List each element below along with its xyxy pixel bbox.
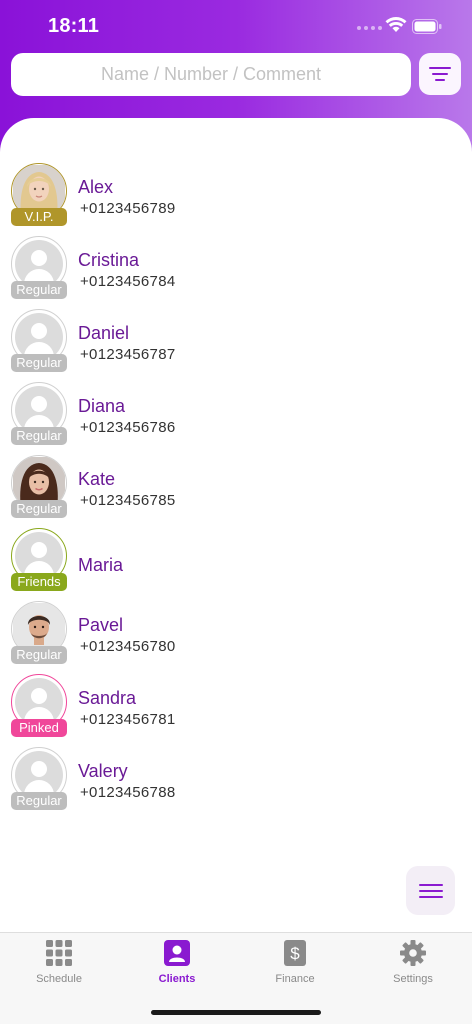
client-phone: +0123456788 (80, 784, 176, 801)
client-row[interactable]: Regular Pavel +0123456780 (0, 601, 472, 674)
client-badge: Regular (11, 500, 67, 518)
client-phone: +0123456781 (80, 711, 176, 728)
client-badge: Regular (11, 792, 67, 810)
client-phone: +0123456785 (80, 492, 176, 509)
client-name: Cristina (78, 250, 140, 270)
tab-settings[interactable]: Settings (354, 940, 472, 990)
client-phone: +0123456789 (80, 200, 176, 217)
gear-icon (400, 940, 426, 966)
client-name: Diana (78, 396, 126, 416)
client-name: Valery (78, 761, 128, 781)
client-badge: Regular (11, 646, 67, 664)
dollar-icon: $ (284, 940, 306, 966)
tab-schedule[interactable]: Schedule (0, 940, 118, 990)
client-phone: +0123456787 (80, 346, 176, 363)
client-badge: Regular (11, 427, 67, 445)
tab-label: Schedule (36, 973, 82, 985)
client-row[interactable]: Regular Kate +0123456785 (0, 455, 472, 528)
client-row[interactable]: Regular Daniel +0123456787 (0, 309, 472, 382)
client-badge: V.I.P. (11, 208, 67, 226)
client-phone: +0123456780 (80, 638, 176, 655)
tab-label: Finance (275, 973, 315, 985)
client-row[interactable]: Friends Maria (0, 528, 472, 601)
battery-icon (412, 19, 442, 34)
client-row[interactable]: Pinked Sandra +0123456781 (0, 674, 472, 747)
client-name: Maria (78, 555, 124, 575)
svg-text:$: $ (290, 944, 300, 963)
status-time: 18:11 (48, 15, 100, 37)
client-name: Pavel (78, 615, 124, 635)
client-name: Alex (78, 177, 114, 197)
client-badge: Regular (11, 354, 67, 372)
tab-finance[interactable]: $ Finance (236, 940, 354, 990)
filter-button[interactable] (419, 53, 461, 95)
tab-label: Settings (393, 973, 433, 985)
status-bar: 18:11 (0, 0, 472, 54)
person-icon (164, 940, 190, 966)
client-name: Kate (78, 469, 116, 489)
grid-icon (46, 940, 72, 966)
client-row[interactable]: V.I.P. Alex +0123456789 (0, 163, 472, 236)
wifi-icon (385, 17, 407, 32)
client-name: Daniel (78, 323, 130, 343)
client-phone: +0123456786 (80, 419, 176, 436)
client-row[interactable]: Regular Cristina +0123456784 (0, 236, 472, 309)
filter-icon (429, 67, 451, 81)
client-phone: +0123456784 (80, 273, 176, 290)
signal-icon (357, 26, 382, 30)
client-badge: Pinked (11, 719, 67, 737)
client-list: V.I.P. Alex +0123456789 Regular Cristina +012… (0, 163, 472, 820)
client-name: Sandra (78, 688, 137, 708)
tab-label: Clients (158, 973, 196, 985)
search-input[interactable] (11, 53, 411, 96)
menu-icon (418, 883, 443, 898)
home-indicator (151, 1010, 321, 1015)
client-badge: Friends (11, 573, 67, 591)
menu-button[interactable] (406, 866, 455, 915)
client-badge: Regular (11, 281, 67, 299)
tab-clients[interactable]: Clients (118, 940, 236, 990)
client-row[interactable]: Regular Diana +0123456786 (0, 382, 472, 455)
client-row[interactable]: Regular Valery +0123456788 (0, 747, 472, 820)
